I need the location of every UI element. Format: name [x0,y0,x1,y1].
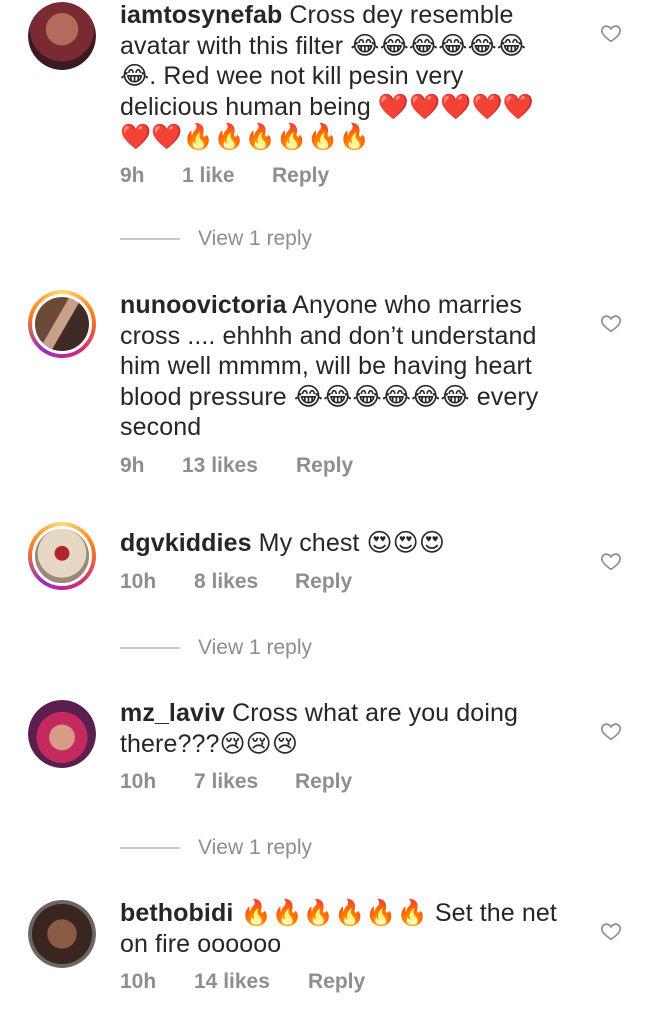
comment-time: 10h [120,970,157,993]
reply-button[interactable]: Reply [308,970,365,994]
view-replies-label[interactable]: View 1 reply [198,636,312,660]
view-replies-link[interactable]: View 1 reply [120,836,312,860]
comment-body: mz_laviv Cross what are you doing there?… [120,698,560,759]
reply-button[interactable]: Reply [295,770,352,794]
comment-time: 9h [120,454,145,477]
heart-outline-icon[interactable] [600,920,622,942]
comment-likes[interactable]: 1 like [182,164,272,188]
comment-username[interactable]: iamtosynefab [120,1,282,29]
comment-username[interactable]: bethobidi [120,899,233,927]
comment-time: 10h [120,770,157,793]
comment-time: 10h [120,570,157,593]
view-replies-link[interactable]: View 1 reply [120,227,312,251]
view-replies-label[interactable]: View 1 reply [198,836,312,860]
comment-time: 9h [120,164,145,187]
avatar[interactable] [28,700,96,768]
view-replies-label[interactable]: View 1 reply [198,227,312,251]
comment-body: dgvkiddies My chest 😍😍😍 [120,528,560,559]
comment-text: My chest 😍😍😍 [258,529,445,557]
comment-username[interactable]: mz_laviv [120,699,225,727]
comment-body: bethobidi 🔥🔥🔥🔥🔥🔥 Set the net on fire ooo… [120,898,560,959]
comment-meta: 9h 13 likes Reply [120,454,353,478]
comment-meta: 10h 14 likes Reply [120,970,365,994]
comment-meta: 10h 7 likes Reply [120,770,352,794]
avatar[interactable] [28,290,96,358]
comment-meta: 9h 1 like Reply [120,164,329,188]
divider [120,647,180,649]
comment-likes[interactable]: 13 likes [182,454,296,478]
comment-username[interactable]: nunoovictoria [120,291,287,319]
reply-button[interactable]: Reply [296,454,353,478]
comment-body: nunoovictoria Anyone who marries cross .… [120,290,560,443]
comment-likes[interactable]: 14 likes [194,970,308,994]
avatar[interactable] [28,900,96,968]
heart-outline-icon[interactable] [600,550,622,572]
comment-likes[interactable]: 7 likes [194,770,295,794]
avatar[interactable] [28,522,96,590]
comment-likes[interactable]: 8 likes [194,570,295,594]
divider [120,238,180,240]
comment-meta: 10h 8 likes Reply [120,570,352,594]
comment-body: iamtosynefab Cross dey resemble avatar w… [120,0,560,153]
heart-outline-icon[interactable] [600,22,622,44]
view-replies-link[interactable]: View 1 reply [120,636,312,660]
avatar[interactable] [28,2,96,70]
heart-outline-icon[interactable] [600,720,622,742]
reply-button[interactable]: Reply [272,164,329,188]
reply-button[interactable]: Reply [295,570,352,594]
heart-outline-icon[interactable] [600,312,622,334]
divider [120,847,180,849]
comment-username[interactable]: dgvkiddies [120,529,252,557]
